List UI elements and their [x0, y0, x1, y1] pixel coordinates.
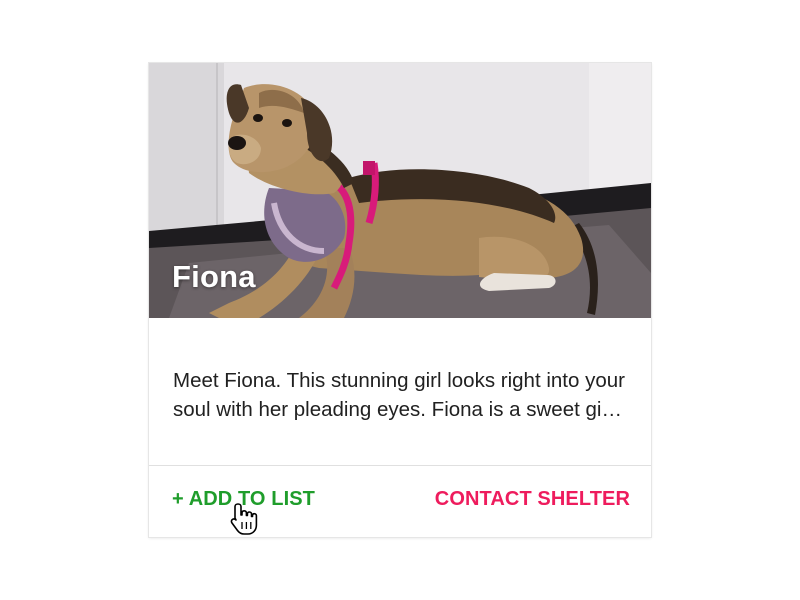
card-content: Meet Fiona. This stunning girl looks rig…	[149, 318, 651, 465]
pet-name-title: Fiona	[172, 259, 256, 294]
card-actions: + ADD TO LIST CONTACT SHELTER	[149, 466, 651, 537]
pet-photo: Fiona	[149, 63, 651, 318]
hand-pointer-icon	[230, 503, 258, 535]
pet-card: Fiona Meet Fiona. This stunning girl loo…	[149, 63, 651, 537]
pet-description: Meet Fiona. This stunning girl looks rig…	[173, 369, 625, 421]
contact-shelter-button[interactable]: CONTACT SHELTER	[435, 488, 630, 511]
